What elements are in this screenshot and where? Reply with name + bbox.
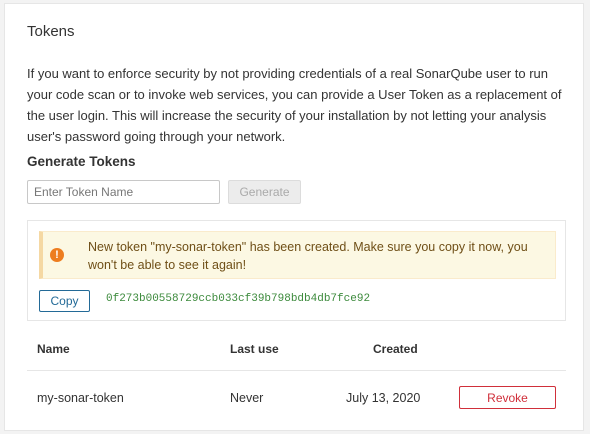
intro-text: If you want to enforce security by not p… bbox=[27, 66, 562, 144]
panel-title: Tokens bbox=[27, 23, 75, 40]
token-name-input[interactable] bbox=[27, 180, 220, 204]
alert-message: New token "my-sonar-token" has been crea… bbox=[88, 240, 528, 272]
tokens-panel: Tokens If you want to enforce security b… bbox=[4, 3, 584, 431]
column-header-name: Name bbox=[37, 342, 70, 356]
token-created-alert: ! New token "my-sonar-token" has been cr… bbox=[39, 231, 556, 279]
last-use-cell: Never bbox=[230, 391, 264, 405]
revoke-button[interactable]: Revoke bbox=[459, 386, 556, 409]
created-cell: July 13, 2020 bbox=[346, 391, 421, 405]
copy-button[interactable]: Copy bbox=[39, 290, 90, 312]
generate-tokens-title: Generate Tokens bbox=[27, 154, 136, 169]
alert-icon-container: ! bbox=[43, 232, 71, 278]
header-divider bbox=[27, 370, 566, 371]
new-token-box: ! New token "my-sonar-token" has been cr… bbox=[27, 220, 566, 321]
exclamation-circle-icon: ! bbox=[50, 248, 64, 262]
token-name-cell: my-sonar-token bbox=[37, 391, 124, 405]
generate-button[interactable]: Generate bbox=[228, 180, 301, 204]
token-value: 0f273b00558729ccb033cf39b798bdb4db7fce92 bbox=[106, 293, 371, 305]
column-header-created: Created bbox=[373, 342, 418, 356]
column-header-last-use: Last use bbox=[230, 342, 279, 356]
